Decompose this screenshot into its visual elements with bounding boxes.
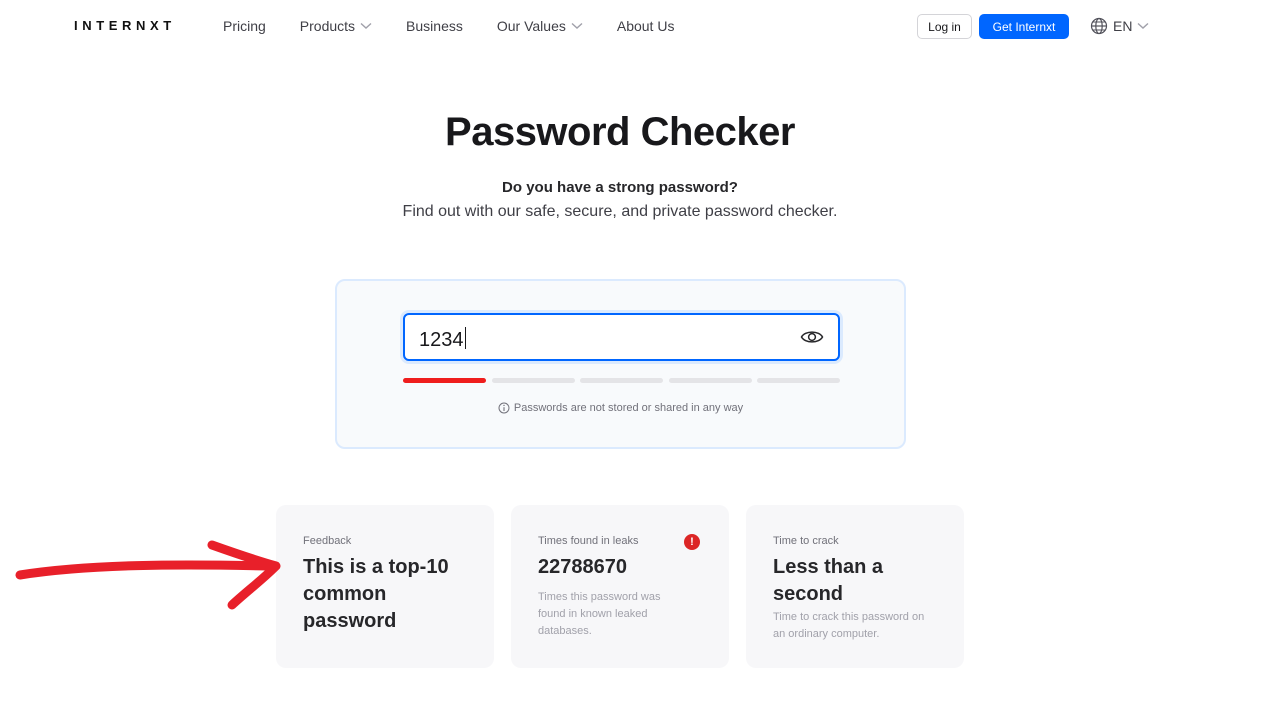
globe-icon xyxy=(1090,17,1108,35)
nav-link-label: Products xyxy=(299,18,356,34)
strength-segment xyxy=(403,378,486,383)
nav-link-business[interactable]: Business xyxy=(406,18,463,34)
eye-icon[interactable] xyxy=(800,328,824,346)
crack-time-note: Time to crack this password on an ordina… xyxy=(773,611,925,640)
privacy-note-text: Passwords are not stored or shared in an… xyxy=(513,402,744,414)
page-subtitle: Do you have a strong password? xyxy=(502,179,738,196)
nav-link-label: Business xyxy=(406,18,463,34)
crack-time-card: Time to crack Less than a second Time to… xyxy=(746,505,964,668)
strength-meter xyxy=(403,378,840,383)
strength-segment xyxy=(580,378,663,383)
leaks-label: Times found in leaks xyxy=(538,535,639,547)
chevron-down-icon xyxy=(360,22,372,30)
top-navigation: INTERNXT Pricing Products Business Our V… xyxy=(0,0,1280,54)
crack-time-value: Less than a second xyxy=(773,556,884,605)
password-input-value: 1234 xyxy=(419,327,466,351)
nav-link-label: Pricing xyxy=(223,18,266,34)
crack-time-label: Time to crack xyxy=(773,535,839,547)
nav-link-label: Our Values xyxy=(496,18,566,34)
info-icon xyxy=(498,402,510,414)
page-description: Find out with our safe, secure, and priv… xyxy=(402,203,838,220)
nav-link-label: About Us xyxy=(616,18,675,34)
feedback-value: This is a top-10 common password xyxy=(303,556,449,632)
leaks-card: Times found in leaks ! 22788670 Times th… xyxy=(511,505,729,668)
page: INTERNXT Pricing Products Business Our V… xyxy=(0,0,1280,720)
strength-segment xyxy=(668,378,752,383)
nav-link-about-us[interactable]: About Us xyxy=(617,18,675,34)
internxt-logo[interactable]: INTERNXT xyxy=(74,18,176,33)
nav-link-pricing[interactable]: Pricing xyxy=(223,18,266,34)
leaks-count: 22788670 xyxy=(538,556,627,578)
chevron-down-icon xyxy=(571,22,583,30)
language-label: EN xyxy=(1113,18,1133,34)
alert-icon: ! xyxy=(684,534,700,550)
strength-segment xyxy=(757,378,840,383)
privacy-note: Passwords are not stored or shared in an… xyxy=(337,402,904,414)
feedback-card: Feedback This is a top-10 common passwor… xyxy=(276,505,494,668)
leaks-note: Times this password was found in known l… xyxy=(538,591,661,637)
get-internxt-button[interactable]: Get Internxt xyxy=(979,14,1069,39)
annotation-arrow-icon xyxy=(15,540,281,610)
nav-links: Pricing Products Business Our Values Abo… xyxy=(223,18,708,34)
nav-link-our-values[interactable]: Our Values xyxy=(497,18,583,34)
strength-segment xyxy=(491,378,575,383)
feedback-label: Feedback xyxy=(303,535,352,547)
language-selector[interactable]: EN xyxy=(1090,17,1149,35)
page-title: Password Checker xyxy=(445,110,795,154)
nav-link-products[interactable]: Products xyxy=(300,18,372,34)
login-button[interactable]: Log in xyxy=(917,14,972,39)
password-checker-card: 1234 Passwords are not stored or shared … xyxy=(335,279,906,449)
chevron-down-icon xyxy=(1137,22,1149,30)
password-input[interactable]: 1234 xyxy=(403,313,840,361)
